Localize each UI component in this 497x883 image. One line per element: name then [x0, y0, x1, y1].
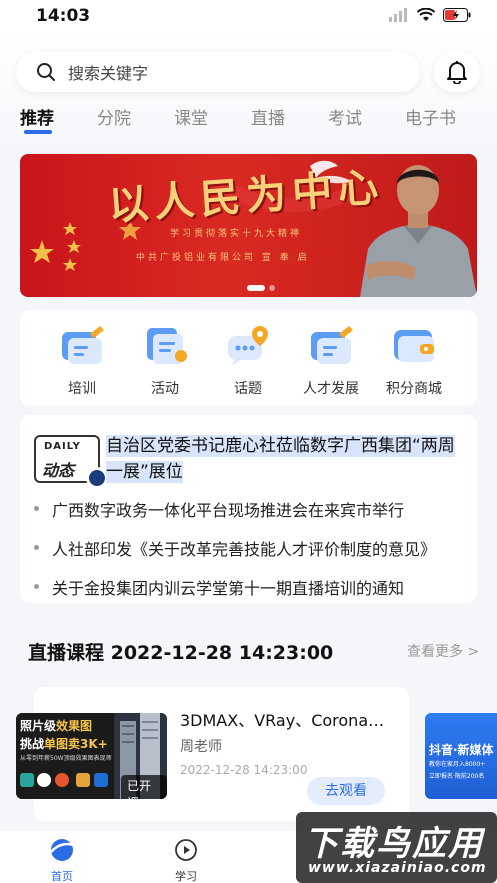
menu-label-mall: 积分商城	[386, 381, 442, 397]
news-item[interactable]: 广西数字政务一体化平台现场推进会在来宾市举行	[34, 497, 464, 521]
bell-icon	[447, 61, 467, 84]
category-tabs: 推荐 分院 课堂 直播 考试 电子书	[0, 104, 497, 138]
news-item[interactable]: 人社部印发《关于改革完善技能人才评价制度的意见》	[34, 536, 464, 560]
carousel-indicator	[247, 285, 275, 291]
notification-button[interactable]	[434, 52, 480, 92]
tab-ebook[interactable]: 电子书	[405, 104, 456, 129]
tab-live[interactable]: 直播	[251, 104, 285, 129]
home-icon	[50, 839, 76, 861]
thumb-line2: 挑战单图卖3K+	[20, 735, 108, 752]
tab-branch[interactable]: 分院	[97, 104, 131, 129]
news-headline[interactable]: 自治区党委书记鹿心社莅临数字广西集团“两周一展”展位	[106, 433, 462, 485]
promo-title: 抖音·新媒体	[429, 743, 494, 757]
menu-item-talent[interactable]: 人才发展	[291, 324, 371, 398]
daily-badge-bottom: 动态	[42, 461, 75, 480]
menu-label-topic: 话题	[234, 381, 262, 397]
carousel-dot	[269, 285, 275, 291]
thumb-line1-a: 照片级	[20, 719, 57, 733]
banner-person-image	[360, 165, 477, 297]
topic-icon	[228, 326, 268, 366]
tab-exam[interactable]: 考试	[328, 104, 362, 129]
daily-badge: DAILY 动态	[34, 435, 108, 489]
tab-recommend[interactable]: 推荐	[20, 104, 54, 129]
promo-note: 立即报名·限前200名	[429, 773, 485, 780]
daily-badge-top: DAILY	[44, 441, 81, 452]
play-icon	[175, 839, 197, 861]
training-icon	[62, 326, 104, 364]
banner-carousel[interactable]: 以人民为中心 学习贯彻落实十九大精神 中共广投铝业有限公司 宣 奉 启	[20, 154, 477, 297]
menu-label-training: 培训	[68, 381, 96, 397]
daily-news-card: DAILY 动态 自治区党委书记鹿心社莅临数字广西集团“两周一展”展位 广西数字…	[20, 415, 477, 603]
news-item[interactable]: 关于金投集团内训云学堂第十一期直播培训的通知	[34, 575, 464, 599]
activity-icon	[147, 328, 187, 364]
news-headline-text: 自治区党委书记鹿心社莅临数字广西集团“两周一展”展位	[106, 435, 455, 483]
course-time: 2022-12-28 14:23:00	[180, 763, 308, 777]
search-icon	[37, 63, 55, 81]
status-icons	[389, 8, 471, 22]
quick-menu: 培训 活动 话题 人才发展 积分商城	[20, 310, 477, 406]
active-tab-indicator	[24, 130, 52, 134]
talent-icon	[311, 326, 353, 364]
watch-button[interactable]: 去观看	[307, 777, 385, 805]
banner-subtitle: 学习贯彻落实十九大精神	[170, 229, 303, 239]
carousel-dot-active	[247, 285, 265, 291]
tabbar-study-label: 学习	[175, 870, 197, 883]
menu-item-mall[interactable]: 积分商城	[374, 324, 454, 398]
thumb-line1-b: 效果图	[56, 719, 93, 733]
menu-item-training[interactable]: 培训	[42, 324, 122, 398]
signal-icon	[389, 8, 407, 22]
promo-subtitle: 教你在家月入8000+	[429, 761, 486, 768]
search-input[interactable]: 搜索关键字	[16, 52, 420, 92]
wifi-icon	[417, 8, 435, 21]
course-thumbnail[interactable]: 照片级效果图 挑战单图卖3K+ 从零到年薪50W顶级效果图表现师 已开课	[16, 713, 167, 799]
daily-dot-icon	[86, 467, 108, 489]
banner-org: 中共广投铝业有限公司 宣 奉 启	[136, 253, 310, 263]
menu-item-topic[interactable]: 话题	[208, 324, 288, 398]
promo-course-card[interactable]: 抖音·新媒体 教你在家月入8000+ 立即报名·限前200名	[425, 713, 497, 799]
tabbar-study[interactable]: 学习	[156, 838, 216, 883]
tabbar-home[interactable]: 首页	[32, 838, 92, 883]
watermark-title: 下载鸟应用	[304, 824, 484, 864]
menu-label-activity: 活动	[151, 381, 179, 397]
thumb-line2-a: 挑战	[20, 737, 45, 751]
thumb-line3: 从零到年薪50W顶级效果图表现师	[20, 755, 112, 762]
thumb-line1: 照片级效果图	[20, 717, 92, 734]
wallet-icon	[394, 330, 434, 362]
software-icons	[20, 773, 108, 787]
tabbar-home-label: 首页	[51, 870, 73, 883]
menu-label-talent: 人才发展	[303, 381, 359, 397]
started-badge: 已开课	[121, 775, 167, 799]
course-name: 3DMAX、VRay、Corona效果图	[180, 711, 398, 730]
status-bar: 14:03	[0, 0, 497, 34]
battery-icon	[443, 8, 471, 22]
menu-item-activity[interactable]: 活动	[125, 324, 205, 398]
course-teacher: 周老师	[180, 739, 222, 755]
tab-classroom[interactable]: 课堂	[174, 104, 208, 129]
see-more-link[interactable]: 查看更多 >	[407, 641, 479, 661]
live-section-title: 直播课程 2022-12-28 14:23:00	[28, 642, 334, 664]
thumb-line2-b: 单图卖3K+	[44, 737, 108, 751]
watermark-url: www.xiazainiao.com	[308, 860, 487, 876]
status-time: 14:03	[36, 6, 91, 26]
watermark: 下载鸟应用 www.xiazainiao.com	[296, 812, 497, 883]
search-placeholder: 搜索关键字	[68, 64, 149, 83]
